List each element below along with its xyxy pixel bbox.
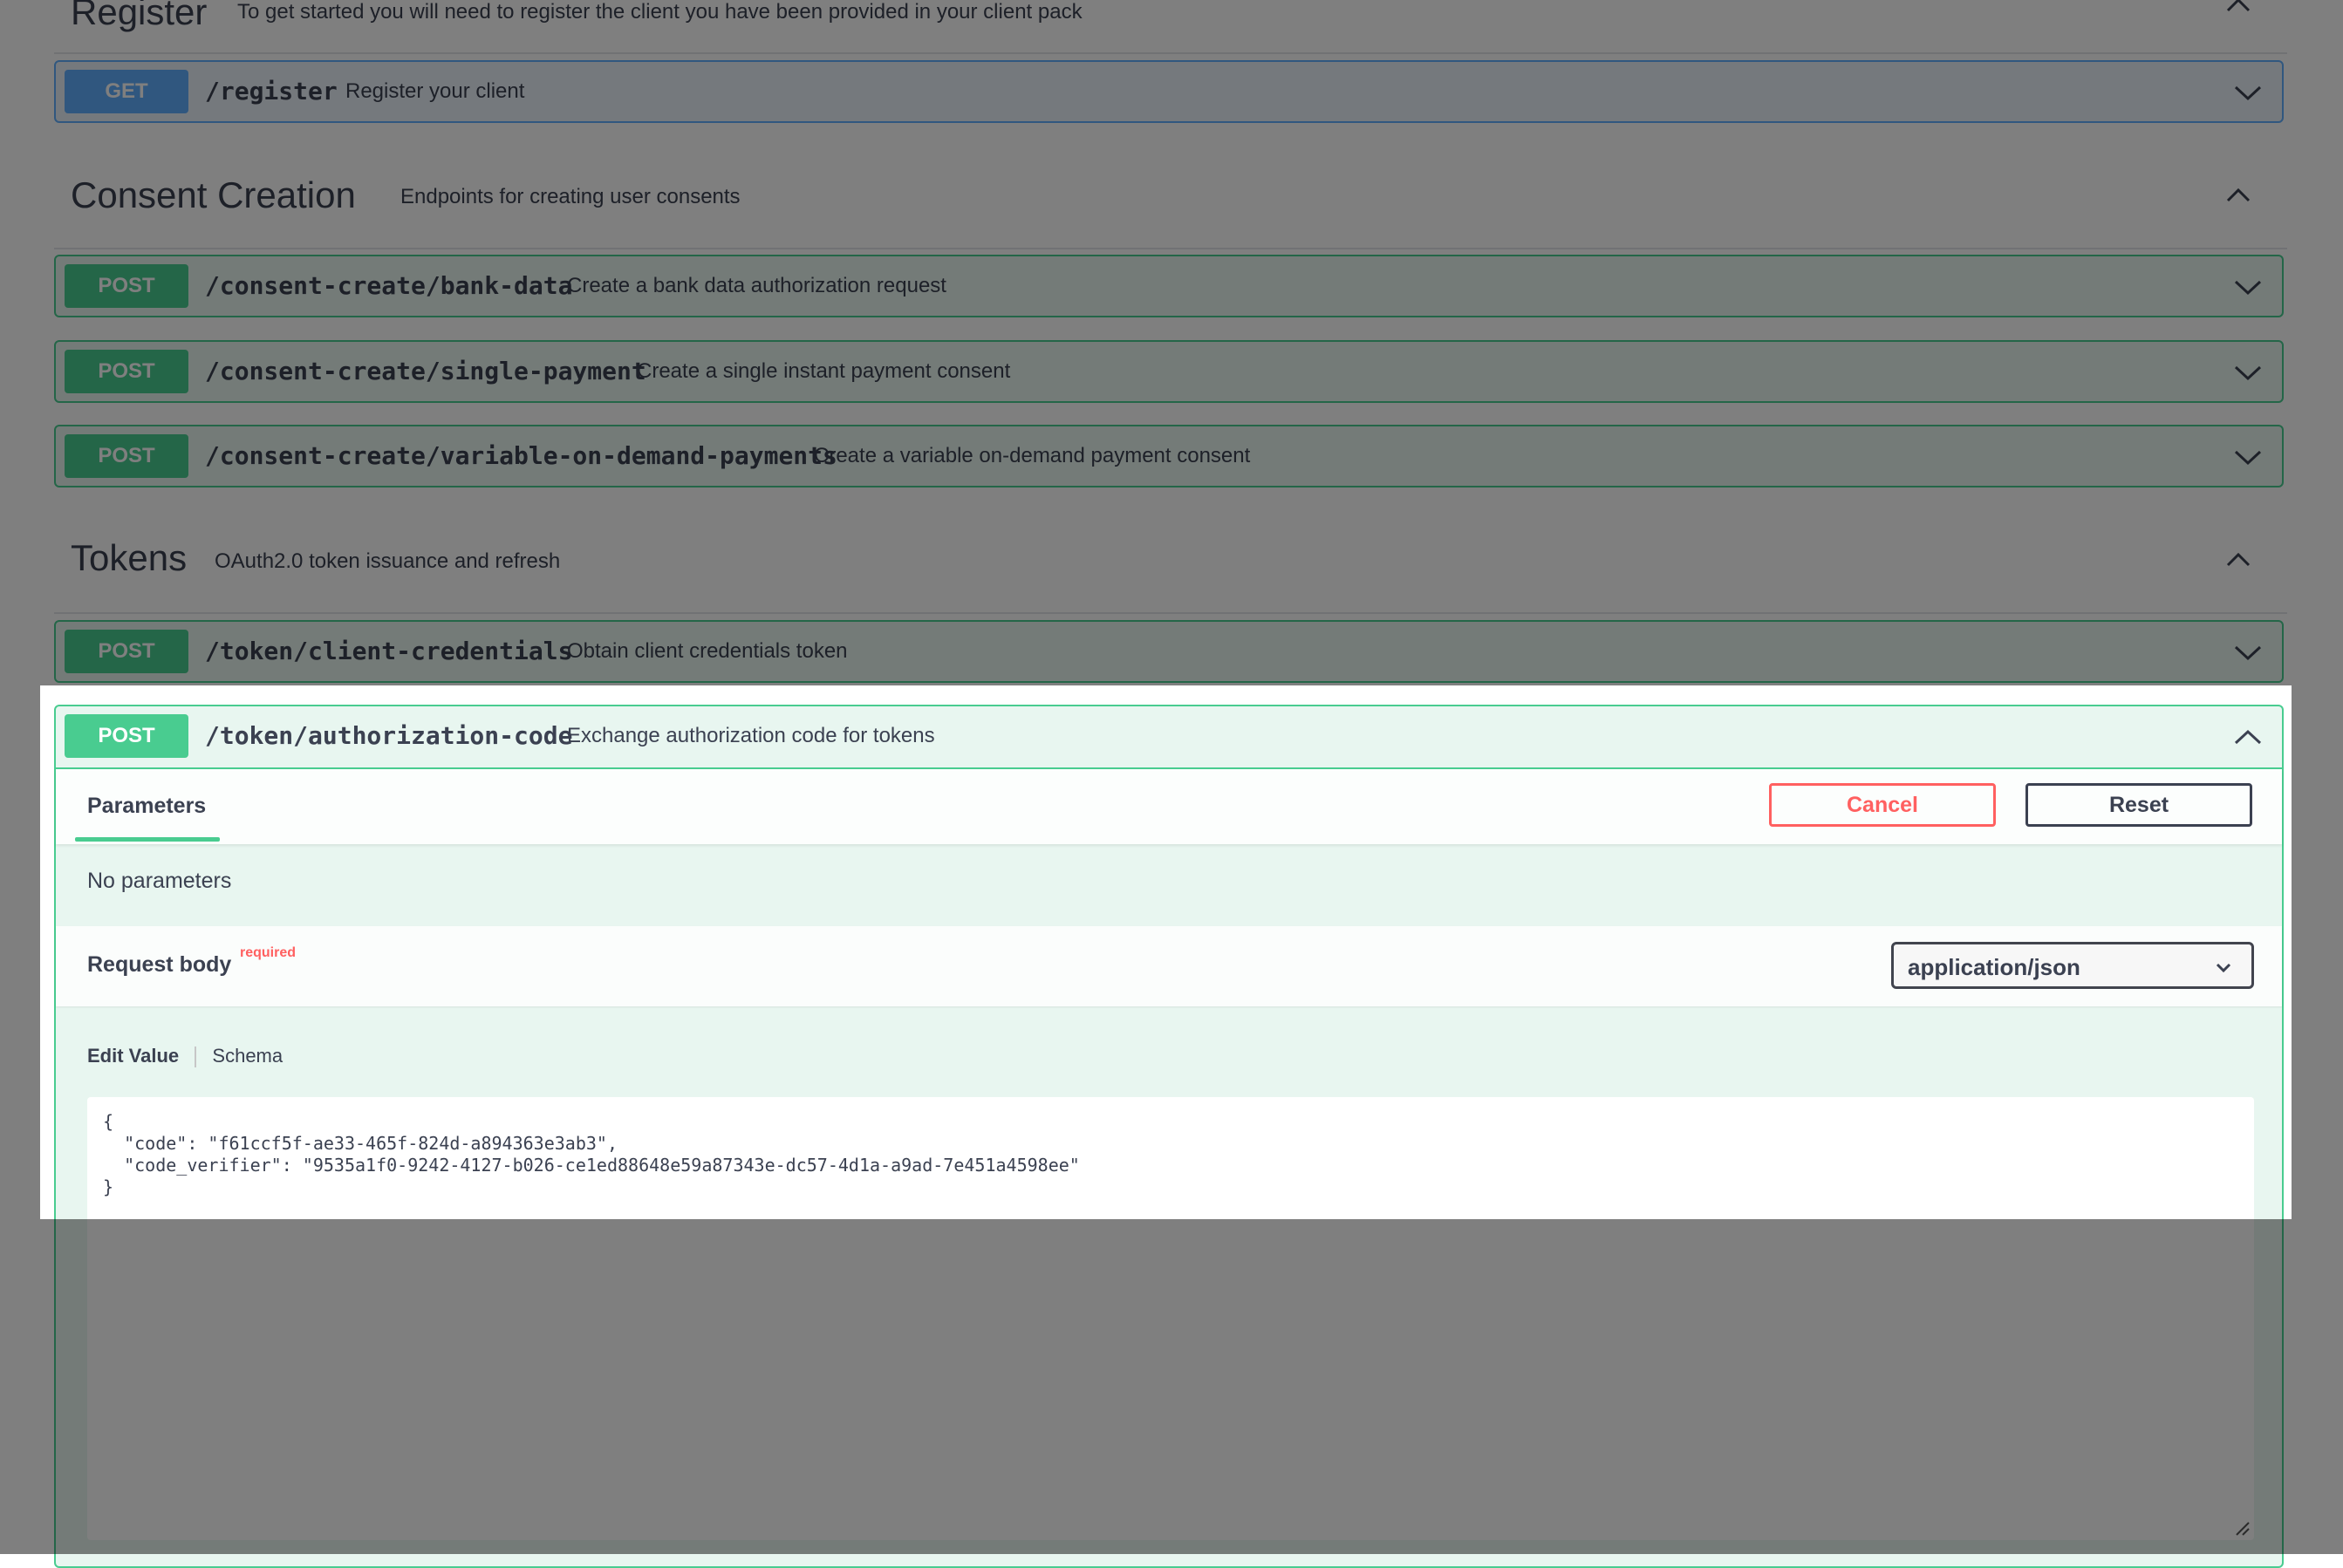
dim-overlay-top (0, 0, 2343, 685)
cancel-button[interactable]: Cancel (1769, 783, 1996, 827)
tab-edit-value[interactable]: Edit Value (87, 1045, 179, 1067)
body-tabs: Edit Value Schema (87, 1045, 283, 1068)
operation-summary-text: Exchange authorization code for tokens (567, 724, 935, 747)
parameters-header: Parameters Cancel Reset (56, 769, 2282, 844)
request-body-label: Request body (87, 952, 232, 977)
chevron-down-icon (2216, 963, 2231, 973)
operation-summary[interactable]: POST /token/authorization-code Exchange … (56, 706, 2282, 769)
required-badge: required (240, 945, 297, 960)
tab-parameters[interactable]: Parameters (87, 794, 206, 819)
tab-divider (195, 1046, 197, 1068)
swagger-page: Register To get started you will need to… (0, 0, 2343, 1568)
dim-overlay-bottom (0, 1219, 2343, 1554)
chevron-up-icon[interactable] (2233, 724, 2263, 750)
code-line-2: "code": "f61ccf5f-ae33-465f-824d-a894363… (103, 1133, 618, 1154)
code-line-1: { (103, 1111, 114, 1132)
tab-parameters-underline (75, 837, 220, 842)
dim-overlay-right (2292, 685, 2343, 1219)
code-line-3: "code_verifier": "9535a1f0-9242-4127-b02… (103, 1155, 1080, 1176)
request-body-header: Request body required application/json (56, 926, 2282, 1006)
operation-path: /token/authorization-code (205, 721, 573, 750)
method-badge: POST (65, 714, 188, 758)
content-type-value: application/json (1908, 954, 2080, 980)
content-type-select[interactable]: application/json (1891, 942, 2254, 989)
dim-overlay-left (0, 685, 40, 1219)
tab-schema[interactable]: Schema (212, 1045, 283, 1067)
code-line-4: } (103, 1176, 114, 1197)
no-parameters-text: No parameters (87, 869, 232, 893)
reset-button[interactable]: Reset (2025, 783, 2252, 827)
